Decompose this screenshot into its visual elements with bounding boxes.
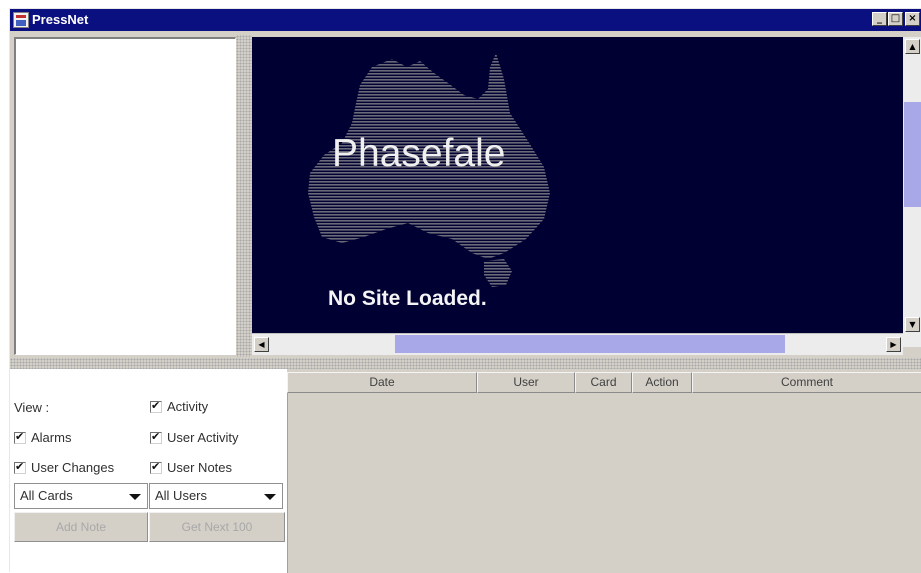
get-next-button[interactable]: Get Next 100	[149, 512, 285, 542]
scroll-up-button[interactable]: ▲	[905, 39, 920, 54]
users-select[interactable]: All Users	[149, 483, 283, 509]
maximize-button[interactable]: □	[888, 12, 903, 26]
checkbox-activity[interactable]: ✔ Activity	[150, 399, 208, 414]
check-icon: ✔	[151, 429, 161, 443]
scroll-right-button[interactable]: ▶	[886, 337, 901, 352]
add-note-button[interactable]: Add Note	[14, 512, 148, 542]
cards-select-value: All Cards	[20, 488, 73, 503]
checkbox-user-changes[interactable]: ✔ User Changes	[14, 460, 114, 475]
map-view[interactable]: Phasefale No Site Loaded.	[252, 37, 903, 333]
site-status-label: No Site Loaded.	[328, 287, 487, 310]
checkbox-box[interactable]: ✔	[14, 459, 26, 474]
checkbox-alarms[interactable]: ✔ Alarms	[14, 430, 71, 445]
site-name-label: Phasefale	[332, 132, 506, 175]
minimize-button[interactable]: _	[872, 12, 887, 26]
checkbox-label: User Notes	[167, 460, 233, 475]
column-header-comment[interactable]: Comment	[692, 372, 921, 393]
scroll-left-button[interactable]: ◀	[254, 337, 269, 352]
view-label: View :	[14, 400, 50, 415]
scroll-down-button[interactable]: ▼	[905, 317, 920, 332]
maximize-icon: □	[890, 13, 901, 24]
site-tree-panel[interactable]	[14, 37, 236, 355]
checkbox-box[interactable]: ✔	[150, 398, 162, 413]
checkbox-user-activity[interactable]: ✔ User Activity	[150, 430, 239, 445]
chevron-down-icon	[129, 494, 141, 500]
vertical-splitter[interactable]	[236, 35, 252, 357]
checkbox-label: Alarms	[31, 430, 72, 445]
users-select-value: All Users	[155, 488, 208, 503]
checkbox-box[interactable]: ✔	[150, 459, 162, 474]
app-window: PressNet _ □ × Phasefale No Site Loaded.	[9, 8, 921, 573]
tasmania-shape	[484, 259, 512, 287]
chevron-down-icon	[264, 494, 276, 500]
table-header: Date User Card Action Comment	[287, 372, 921, 393]
check-icon: ✔	[15, 429, 25, 443]
horizontal-splitter[interactable]	[10, 358, 921, 369]
column-header-card[interactable]: Card	[575, 372, 632, 393]
map-horizontal-scrollbar[interactable]: ◀ ▶	[252, 333, 903, 355]
close-icon: ×	[908, 13, 917, 24]
checkbox-user-notes[interactable]: ✔ User Notes	[150, 460, 232, 475]
vertical-scroll-thumb[interactable]	[904, 102, 921, 207]
checkbox-box[interactable]: ✔	[150, 429, 162, 444]
check-icon: ✔	[15, 459, 25, 473]
title-bar[interactable]: PressNet _ □ ×	[10, 9, 921, 31]
app-icon	[13, 12, 29, 28]
horizontal-scroll-thumb[interactable]	[395, 335, 785, 353]
filter-panel: View : ✔ Activity ✔ Alarms ✔ User Activi…	[10, 369, 287, 573]
table-body[interactable]	[287, 393, 921, 573]
check-icon: ✔	[151, 398, 161, 412]
checkbox-label: User Activity	[167, 430, 239, 445]
window-title: PressNet	[32, 12, 89, 27]
check-icon: ✔	[151, 459, 161, 473]
checkbox-label: User Changes	[31, 460, 115, 475]
column-header-action[interactable]: Action	[632, 372, 692, 393]
checkbox-box[interactable]: ✔	[14, 429, 26, 444]
minimize-icon: _	[877, 13, 882, 24]
column-header-user[interactable]: User	[477, 372, 575, 393]
column-header-date[interactable]: Date	[287, 372, 477, 393]
checkbox-label: Activity	[167, 399, 209, 414]
activity-table[interactable]: Date User Card Action Comment	[287, 369, 921, 573]
map-vertical-scrollbar[interactable]: ▲ ▼	[903, 37, 921, 347]
cards-select[interactable]: All Cards	[14, 483, 148, 509]
close-button[interactable]: ×	[905, 12, 920, 26]
